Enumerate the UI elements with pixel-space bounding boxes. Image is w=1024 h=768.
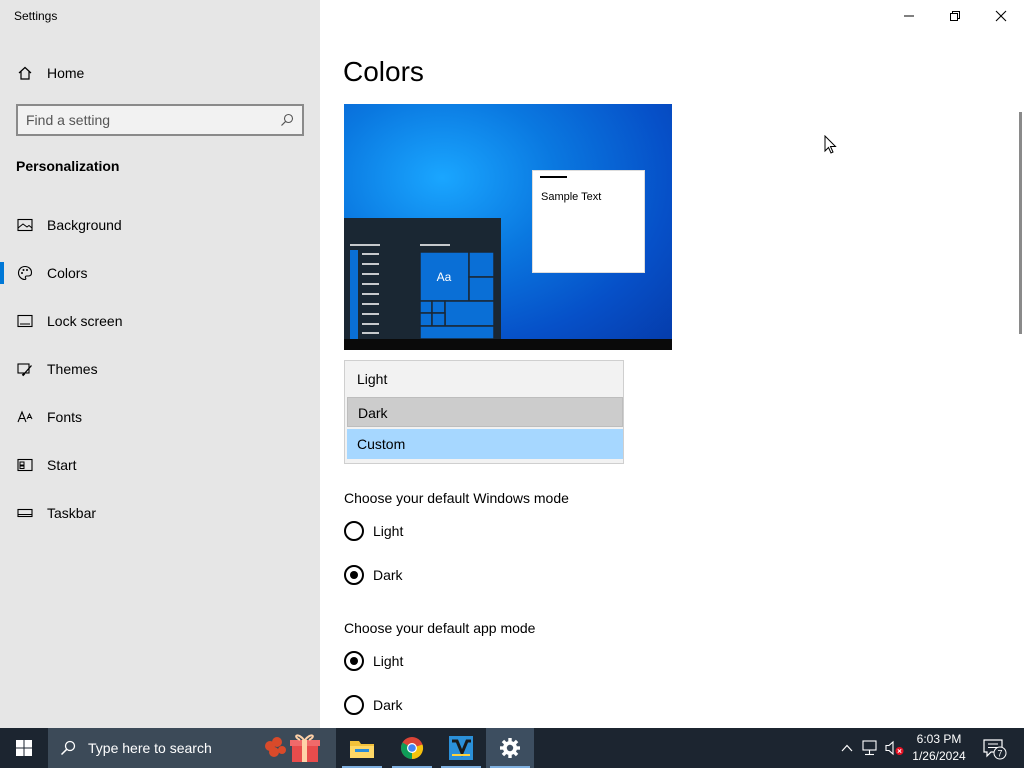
sidebar-home[interactable]: Home (0, 58, 320, 88)
preview-sample-window: Sample Text (532, 170, 645, 273)
dropdown-option-label: Custom (357, 436, 406, 452)
minimize-icon (904, 15, 914, 17)
app-mode-heading: Choose your default app mode (344, 620, 536, 636)
dropdown-option-light[interactable]: Light (347, 364, 623, 394)
preview-start-menu: Aa (344, 218, 501, 340)
page-title: Colors (343, 56, 424, 87)
app-mode-dark-radio[interactable]: Dark (344, 695, 544, 719)
radio-circle[interactable] (344, 521, 364, 541)
tray-volume[interactable] (884, 728, 906, 768)
start-button[interactable] (0, 728, 48, 768)
palette-icon (17, 265, 33, 281)
taskbar-icon (17, 508, 33, 518)
windows-logo-icon (16, 740, 32, 756)
sidebar-item-label: Lock screen (47, 313, 123, 329)
app-title: Settings (14, 9, 58, 23)
windows-mode-light-radio[interactable]: Light (344, 521, 544, 545)
sidebar-item-colors[interactable]: Colors (0, 253, 320, 293)
preview-taskbar (344, 339, 672, 350)
taskbar-clock[interactable]: 6:03 PM 1/26/2024 (905, 731, 973, 765)
sidebar-item-lock-screen[interactable]: Lock screen (0, 301, 320, 341)
sidebar-item-fonts[interactable]: Fonts (0, 397, 320, 437)
restore-icon (950, 11, 960, 21)
home-icon (18, 66, 32, 80)
home-label: Home (47, 65, 85, 81)
network-icon (862, 740, 877, 756)
taskbar-visual-studio[interactable] (437, 728, 485, 768)
minimize-button[interactable] (886, 0, 932, 32)
sidebar-item-start[interactable]: Start (0, 445, 320, 485)
taskbar: Type here to search 6:03 PM 1/26/2024 7 (0, 728, 1024, 768)
close-icon (995, 10, 1007, 22)
mouse-cursor-icon (824, 135, 837, 154)
restore-button[interactable] (932, 0, 978, 32)
radio-circle[interactable] (344, 695, 364, 715)
visual-studio-icon (449, 736, 473, 760)
picture-icon (17, 218, 33, 232)
preview-tile-text: Aa (437, 270, 452, 284)
sidebar-item-label: Taskbar (47, 505, 97, 521)
taskbar-settings[interactable] (486, 728, 534, 768)
sidebar-item-label: Fonts (47, 409, 83, 425)
taskbar-search-placeholder: Type here to search (88, 740, 212, 756)
lock-screen-icon (17, 314, 33, 328)
color-mode-dropdown[interactable]: Light Dark Custom (344, 360, 624, 464)
notification-count: 7 (997, 749, 1002, 759)
font-icon (17, 410, 33, 423)
sidebar: Settings Home Personalization Background… (0, 0, 320, 728)
file-explorer-icon (350, 741, 374, 758)
close-button[interactable] (978, 0, 1024, 32)
radio-label: Dark (373, 567, 403, 583)
chevron-up-icon (841, 744, 853, 752)
search-highlight-gift-icon (265, 734, 320, 762)
app-mode-light-radio[interactable]: Light (344, 651, 544, 675)
dropdown-option-custom[interactable]: Custom (347, 429, 623, 459)
radio-label: Dark (373, 697, 403, 713)
tray-show-hidden[interactable] (838, 728, 856, 768)
brush-icon (17, 363, 32, 377)
taskbar-file-explorer[interactable] (338, 728, 386, 768)
taskbar-chrome[interactable] (388, 728, 436, 768)
section-title: Personalization (16, 158, 120, 174)
sidebar-item-taskbar[interactable]: Taskbar (0, 493, 320, 533)
start-icon (17, 458, 33, 472)
volume-muted-icon (885, 740, 904, 756)
search-icon (60, 740, 76, 756)
dropdown-option-label: Light (357, 371, 388, 387)
radio-label: Light (373, 523, 404, 539)
windows-mode-heading: Choose your default Windows mode (344, 490, 569, 506)
clock-date: 1/26/2024 (912, 749, 966, 763)
sidebar-item-themes[interactable]: Themes (0, 349, 320, 389)
find-setting-search[interactable] (16, 104, 304, 136)
radio-label: Light (373, 653, 404, 669)
preview-title-bar (540, 176, 567, 178)
clock-time: 6:03 PM (916, 732, 962, 746)
dropdown-option-dark[interactable]: Dark (347, 397, 623, 427)
dropdown-option-label: Dark (358, 405, 388, 421)
sidebar-item-label: Start (47, 457, 77, 473)
sidebar-item-label: Themes (47, 361, 98, 377)
settings-gear-icon (500, 738, 520, 758)
radio-circle[interactable] (344, 651, 364, 671)
chrome-icon (401, 737, 424, 760)
sidebar-item-label: Background (47, 217, 122, 233)
scrollbar[interactable] (1019, 112, 1022, 334)
notification-icon: 7 (983, 739, 1007, 760)
taskbar-search-box[interactable]: Type here to search (48, 728, 336, 768)
search-icon (281, 113, 294, 126)
windows-mode-dark-radio[interactable]: Dark (344, 565, 544, 589)
radio-circle[interactable] (344, 565, 364, 585)
tray-network[interactable] (860, 728, 882, 768)
action-center-button[interactable]: 7 (980, 728, 1010, 768)
color-preview: Aa Sample Text (344, 104, 672, 350)
sidebar-item-background[interactable]: Background (0, 205, 320, 245)
search-input[interactable] (26, 111, 276, 129)
preview-sample-text: Sample Text (541, 191, 602, 203)
preview-start-tiles: Aa (350, 244, 495, 340)
sidebar-item-label: Colors (47, 265, 88, 281)
